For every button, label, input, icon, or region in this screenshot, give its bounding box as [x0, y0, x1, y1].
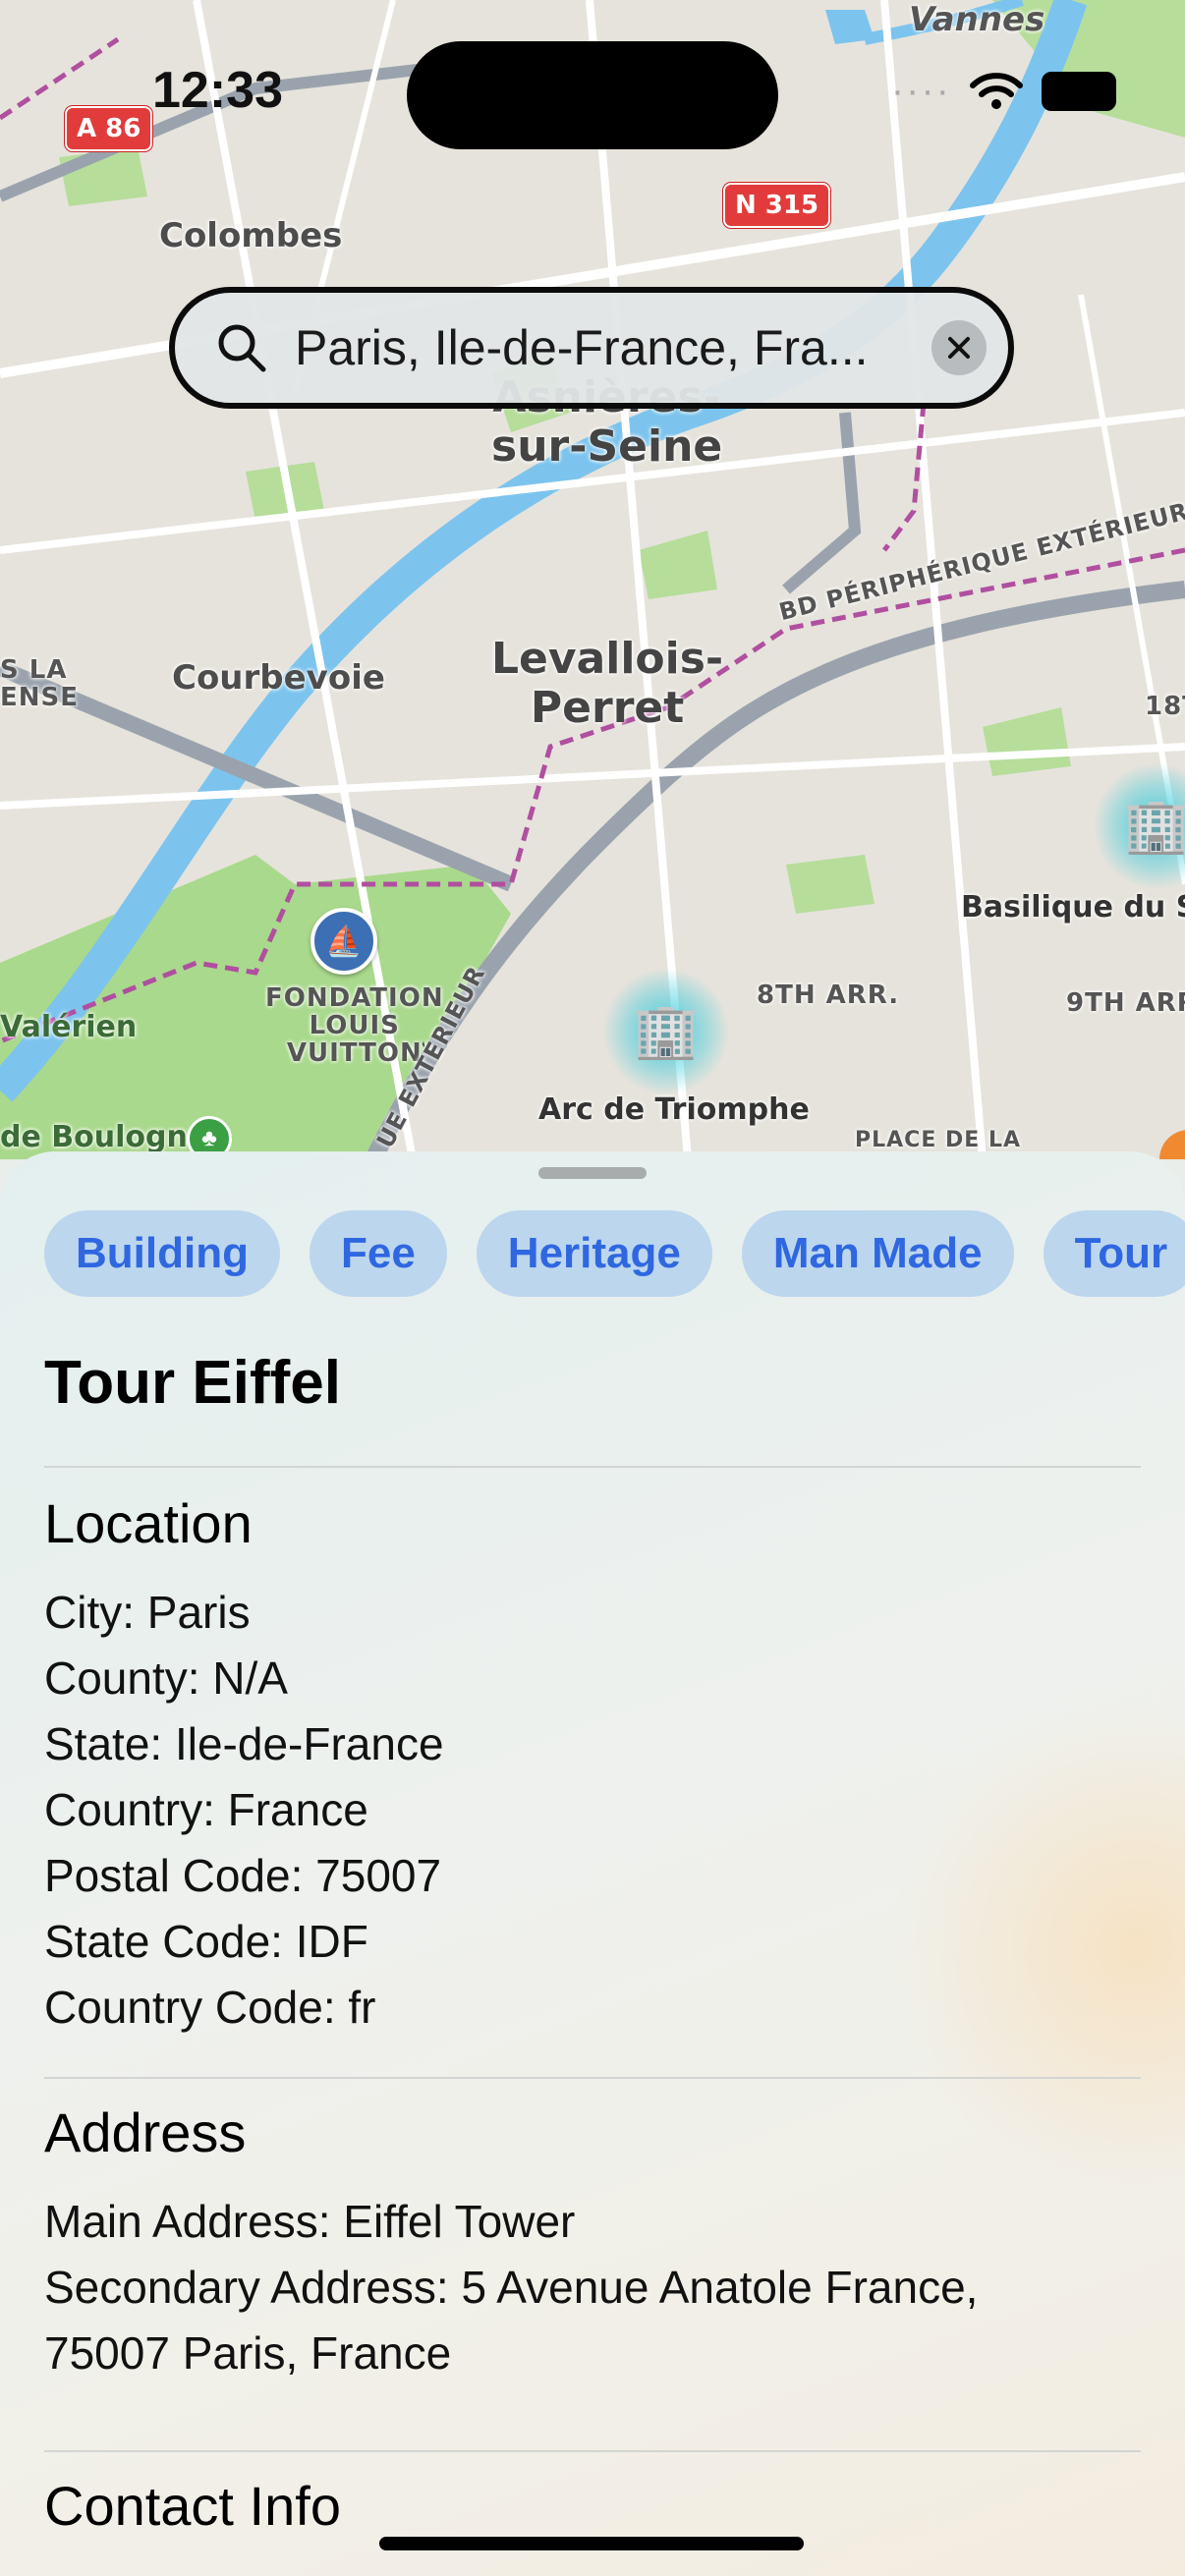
location-info: City: Paris County: N/A State: Ile-de-Fr… [44, 1580, 444, 2041]
road-shield-a86: A 86 [65, 106, 153, 151]
location-city: City: Paris [44, 1587, 251, 1638]
address-secondary-cont: 75007 Paris, France [44, 2327, 452, 2379]
divider [44, 1466, 1141, 1468]
location-state-code: State Code: IDF [44, 1916, 368, 1967]
place-details-sheet[interactable]: Building Fee Heritage Man Made Tour Tour… [0, 1151, 1185, 2576]
arc-de-triomphe-building-icon[interactable]: 🏢 [602, 968, 730, 1095]
map-label-9th-arr: 9TH ARR [1066, 988, 1185, 1018]
address-secondary: Secondary Address: 5 Avenue Anatole Fran… [44, 2262, 979, 2313]
status-time: 12:33 [152, 62, 283, 119]
map-label-arc-de-triomphe: Arc de Triomphe [538, 1092, 810, 1127]
map-label-de-boulogne: de Boulogne [0, 1120, 208, 1154]
tag-chip-tour[interactable]: Tour [1043, 1210, 1185, 1297]
location-county: County: N/A [44, 1652, 288, 1704]
location-country: Country: France [44, 1784, 368, 1835]
map-label-colombes: Colombes [159, 216, 343, 255]
dynamic-island [407, 41, 778, 149]
fondation-poi-icon[interactable]: ⛵ [310, 908, 377, 975]
divider [44, 2077, 1141, 2079]
map-label-vannes: Vannes [909, 0, 1045, 39]
location-postal-code: Postal Code: 75007 [44, 1850, 442, 1901]
map-label-levallois: Levallois- Perret [491, 634, 724, 733]
tag-chips: Building Fee Heritage Man Made Tour [44, 1210, 1185, 1297]
clear-search-button[interactable] [931, 320, 987, 375]
map-label-valerien: Valérien [0, 1010, 138, 1044]
search-input[interactable]: Paris, Ile-de-France, Fra... [295, 319, 931, 376]
map-label-courbevoie: Courbevoie [172, 658, 385, 698]
tag-chip-fee[interactable]: Fee [309, 1210, 447, 1297]
status-indicators: ···· [891, 69, 1116, 113]
tag-chip-building[interactable]: Building [44, 1210, 280, 1297]
map-label-place: PLACE DE LA [855, 1128, 1021, 1152]
map-label-basilique: Basilique du Sa [961, 890, 1185, 924]
cellular-signal-icon: ···· [890, 69, 951, 112]
map-label-18th: 18T [1145, 692, 1185, 721]
road-shield-n315: N 315 [723, 183, 831, 228]
home-indicator[interactable] [379, 2537, 804, 2550]
contact-info-heading: Contact Info [44, 2475, 341, 2537]
sheet-glow [890, 1702, 1185, 2193]
location-country-code: Country Code: fr [44, 1982, 376, 2033]
close-icon [948, 337, 970, 359]
search-bar[interactable]: Paris, Ile-de-France, Fra... [169, 287, 1014, 409]
place-title: Tour Eiffel [44, 1349, 341, 1417]
location-state: State: Ile-de-France [44, 1718, 444, 1769]
tag-chip-heritage[interactable]: Heritage [476, 1210, 712, 1297]
battery-icon [1042, 71, 1116, 111]
sheet-grabber[interactable] [538, 1167, 647, 1179]
search-icon [218, 324, 266, 372]
map-view[interactable]: Vannes Colombes Asnières- sur-Seine Leva… [0, 0, 1185, 1159]
address-heading: Address [44, 2101, 247, 2163]
divider [44, 2450, 1141, 2452]
address-main: Main Address: Eiffel Tower [44, 2196, 576, 2247]
wifi-icon [970, 72, 1023, 109]
map-canvas [0, 0, 1185, 1159]
address-info: Main Address: Eiffel Tower Secondary Add… [44, 2189, 978, 2386]
tag-chip-man-made[interactable]: Man Made [741, 1210, 1014, 1297]
location-heading: Location [44, 1492, 253, 1554]
map-label-8th-arr: 8TH ARR. [757, 980, 900, 1010]
map-label-la-defense: S LA ENSE [0, 655, 80, 712]
